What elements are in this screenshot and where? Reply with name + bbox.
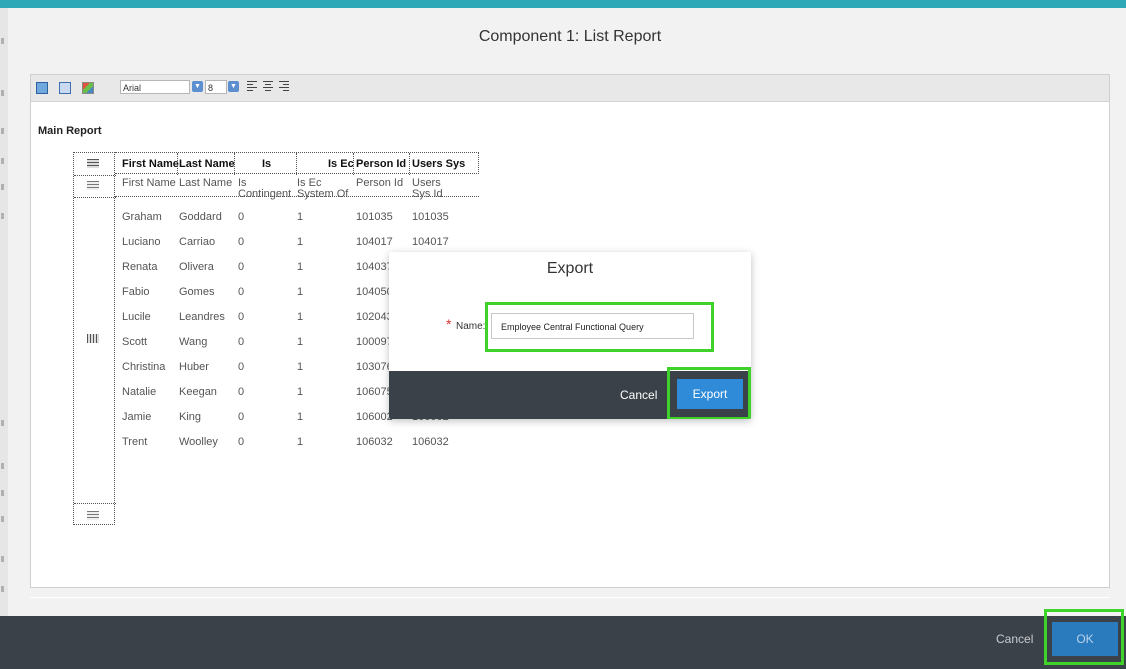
cell-last-name[interactable]: Leandres — [179, 312, 225, 323]
panel-scrollbar-track[interactable] — [30, 597, 1110, 598]
cell-is-ec[interactable]: 1 — [297, 437, 303, 448]
cell-person-id[interactable]: 106075 — [356, 387, 393, 398]
export-dialog-title: Export — [546, 260, 594, 277]
formatting-toolbar: Arial ▼ 8 ▼ — [31, 75, 1109, 102]
page-icon[interactable] — [36, 82, 48, 94]
page-header-band-icon[interactable] — [87, 181, 99, 190]
dialog-title: Component 1: List Report — [478, 28, 662, 45]
cell-last-name[interactable]: King — [179, 412, 201, 423]
align-center-icon[interactable] — [263, 81, 273, 93]
cell-is-ec[interactable]: 1 — [297, 387, 303, 398]
column-header-is-ec[interactable]: Is Ec — [328, 158, 354, 170]
cell-last-name[interactable]: Woolley — [179, 437, 218, 448]
cell-person-id[interactable]: 103076 — [356, 362, 393, 373]
cell-person-id[interactable]: 102043 — [356, 312, 393, 323]
cell-is-contingent[interactable]: 0 — [238, 312, 244, 323]
upload-icon[interactable] — [59, 82, 71, 94]
cell-person-id[interactable]: 104050 — [356, 287, 393, 298]
cell-is-contingent[interactable]: 0 — [238, 237, 244, 248]
dialog-footer — [0, 616, 1126, 669]
align-right-icon[interactable] — [279, 81, 289, 93]
top-accent-bar — [0, 0, 1126, 8]
cell-users-sys-id[interactable]: 104017 — [412, 237, 449, 248]
cell-is-ec[interactable]: 1 — [297, 237, 303, 248]
cell-is-ec[interactable]: 1 — [297, 312, 303, 323]
cell-last-name[interactable]: Gomes — [179, 287, 214, 298]
report-header-band-icon[interactable] — [87, 159, 99, 168]
field-label-row: First Name Last Name Is Contingent Is Ec… — [115, 174, 479, 200]
cell-is-contingent[interactable]: 0 — [238, 262, 244, 273]
cell-is-ec[interactable]: 1 — [297, 412, 303, 423]
cell-first-name[interactable]: Scott — [122, 337, 147, 348]
cell-is-ec[interactable]: 1 — [297, 212, 303, 223]
cell-is-ec[interactable]: 1 — [297, 362, 303, 373]
cell-first-name[interactable]: Natalie — [122, 387, 156, 398]
font-size-select[interactable]: 8 — [205, 80, 227, 94]
cell-users-sys-id[interactable]: 101035 — [412, 212, 449, 223]
band-selector-column — [73, 152, 116, 525]
color-picker-icon[interactable] — [82, 82, 94, 94]
cell-first-name[interactable]: Graham — [122, 212, 162, 223]
cell-is-ec[interactable]: 1 — [297, 337, 303, 348]
detail-band-icon[interactable] — [87, 334, 99, 343]
cell-users-sys-id[interactable]: 106032 — [412, 437, 449, 448]
field-label-is-ec-system-of[interactable]: Is Ec System Of — [297, 178, 349, 200]
cell-first-name[interactable]: Lucile — [122, 312, 151, 323]
main-report-label: Main Report — [38, 125, 102, 137]
align-left-icon[interactable] — [247, 81, 257, 93]
cell-person-id[interactable]: 100097 — [356, 337, 393, 348]
column-header-users-sys[interactable]: Users Sys — [412, 158, 465, 170]
column-header-last-name[interactable]: Last Name — [179, 158, 235, 170]
field-label-is-contingent[interactable]: Is Contingent — [238, 178, 291, 200]
cell-is-ec[interactable]: 1 — [297, 287, 303, 298]
cell-last-name[interactable]: Wang — [179, 337, 207, 348]
cell-last-name[interactable]: Carriao — [179, 237, 215, 248]
cell-is-contingent[interactable]: 0 — [238, 337, 244, 348]
dialog-cancel-button[interactable]: Cancel — [996, 632, 1033, 646]
export-button[interactable]: Export — [677, 379, 743, 409]
column-header-person-id[interactable]: Person Id — [356, 158, 406, 170]
export-dialog: Export * Name: Employee Central Function… — [389, 252, 751, 419]
cell-is-ec[interactable]: 1 — [297, 262, 303, 273]
cell-person-id[interactable]: 106032 — [356, 437, 393, 448]
cell-first-name[interactable]: Jamie — [122, 412, 151, 423]
cell-person-id[interactable]: 104037 — [356, 262, 393, 273]
export-name-input[interactable]: Employee Central Functional Query — [491, 313, 694, 339]
column-header-is[interactable]: Is — [262, 158, 271, 170]
field-label-users-sys-id[interactable]: Users Sys Id — [412, 178, 456, 200]
font-size-dropdown-icon[interactable]: ▼ — [228, 81, 239, 92]
column-header-first-name[interactable]: First Name — [122, 158, 179, 170]
field-label-first-name[interactable]: First Name — [122, 178, 176, 189]
cell-first-name[interactable]: Fabio — [122, 287, 150, 298]
cell-first-name[interactable]: Christina — [122, 362, 165, 373]
background-page-strip — [0, 8, 8, 616]
name-field-label: Name: — [456, 321, 486, 332]
cell-last-name[interactable]: Huber — [179, 362, 209, 373]
cell-last-name[interactable]: Goddard — [179, 212, 222, 223]
field-label-person-id[interactable]: Person Id — [356, 178, 403, 189]
cell-is-contingent[interactable]: 0 — [238, 362, 244, 373]
field-label-last-name[interactable]: Last Name — [179, 178, 232, 189]
cell-last-name[interactable]: Olivera — [179, 262, 214, 273]
export-cancel-button[interactable]: Cancel — [620, 388, 657, 402]
font-family-dropdown-icon[interactable]: ▼ — [192, 81, 203, 92]
cell-first-name[interactable]: Trent — [122, 437, 147, 448]
cell-is-contingent[interactable]: 0 — [238, 387, 244, 398]
cell-first-name[interactable]: Renata — [122, 262, 157, 273]
cell-last-name[interactable]: Keegan — [179, 387, 217, 398]
font-family-select[interactable]: Arial — [120, 80, 190, 94]
cell-is-contingent[interactable]: 0 — [238, 212, 244, 223]
column-header-row: First Name Last Name Is Is Ec Person Id … — [115, 152, 479, 175]
cell-first-name[interactable]: Luciano — [122, 237, 161, 248]
cell-is-contingent[interactable]: 0 — [238, 287, 244, 298]
cell-person-id[interactable]: 104017 — [356, 237, 393, 248]
cell-is-contingent[interactable]: 0 — [238, 412, 244, 423]
required-marker: * — [446, 316, 452, 332]
footer-band-icon[interactable] — [87, 511, 99, 520]
cell-person-id[interactable]: 101035 — [356, 212, 393, 223]
ok-button[interactable]: OK — [1052, 622, 1118, 656]
cell-person-id[interactable]: 106002 — [356, 412, 393, 423]
cell-is-contingent[interactable]: 0 — [238, 437, 244, 448]
